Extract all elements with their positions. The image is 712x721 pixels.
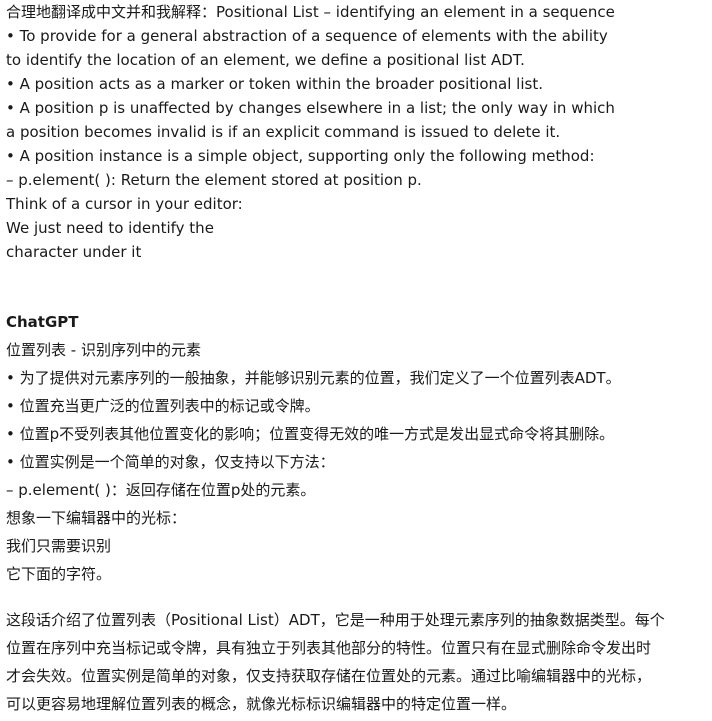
user-message-line: – p.element( ): Return the element store… — [6, 171, 422, 189]
user-message-line: Think of a cursor in your editor: — [6, 195, 243, 213]
paragraph-line: 这段话介绍了位置列表（Positional List）ADT，它是一种用于处理元… — [6, 611, 665, 629]
assistant-message-line: • 位置p不受列表其他位置变化的影响；位置变得无效的唯一方式是发出显式命令将其删… — [6, 425, 615, 443]
assistant-message-line: 位置列表 - 识别序列中的元素 — [6, 341, 201, 359]
assistant-message-line: • 位置充当更广泛的位置列表中的标记或令牌。 — [6, 397, 320, 415]
paragraph-line: 可以更容易地理解位置列表的概念，就像光标标识编辑器中的特定位置一样。 — [6, 695, 517, 713]
user-message-line: 合理地翻译成中文并和我解释：Positional List – identify… — [6, 3, 615, 21]
user-message: 合理地翻译成中文并和我解释：Positional List – identify… — [6, 0, 706, 264]
assistant-message-line: • 位置实例是一个简单的对象，仅支持以下方法： — [6, 453, 335, 471]
assistant-message-line: • 为了提供对元素序列的一般抽象，并能够识别元素的位置，我们定义了一个位置列表A… — [6, 369, 621, 387]
assistant-name: ChatGPT — [6, 313, 79, 331]
user-message-line: • A position instance is a simple object… — [6, 147, 595, 165]
user-message-line: a position becomes invalid is if an expl… — [6, 123, 561, 141]
user-message-line: • To provide for a general abstraction o… — [6, 27, 608, 45]
assistant-message-line: – p.element( )：返回存储在位置p处的元素。 — [6, 481, 316, 499]
assistant-message-line: 想象一下编辑器中的光标： — [6, 509, 187, 527]
user-message-line: to identify the location of an element, … — [6, 51, 525, 69]
assistant-message-line: 我们只需要识别 — [6, 537, 112, 555]
assistant-message: 位置列表 - 识别序列中的元素 • 为了提供对元素序列的一般抽象，并能够识别元素… — [6, 336, 706, 588]
paragraph-line: 位置在序列中充当标记或令牌，具有独立于列表其他部分的特性。位置只有在显式删除命令… — [6, 639, 652, 657]
user-message-line: We just need to identify the — [6, 219, 214, 237]
user-message-line: • A position p is unaffected by changes … — [6, 99, 615, 117]
user-message-line: • A position acts as a marker or token w… — [6, 75, 543, 93]
assistant-explanation-paragraph: 这段话介绍了位置列表（Positional List）ADT，它是一种用于处理元… — [6, 606, 706, 718]
paragraph-line: 才会失效。位置实例是简单的对象，仅支持获取存储在位置处的元素。通过比喻编辑器中的… — [6, 667, 652, 685]
assistant-message-line: 它下面的字符。 — [6, 565, 112, 583]
user-message-line: character under it — [6, 243, 142, 261]
